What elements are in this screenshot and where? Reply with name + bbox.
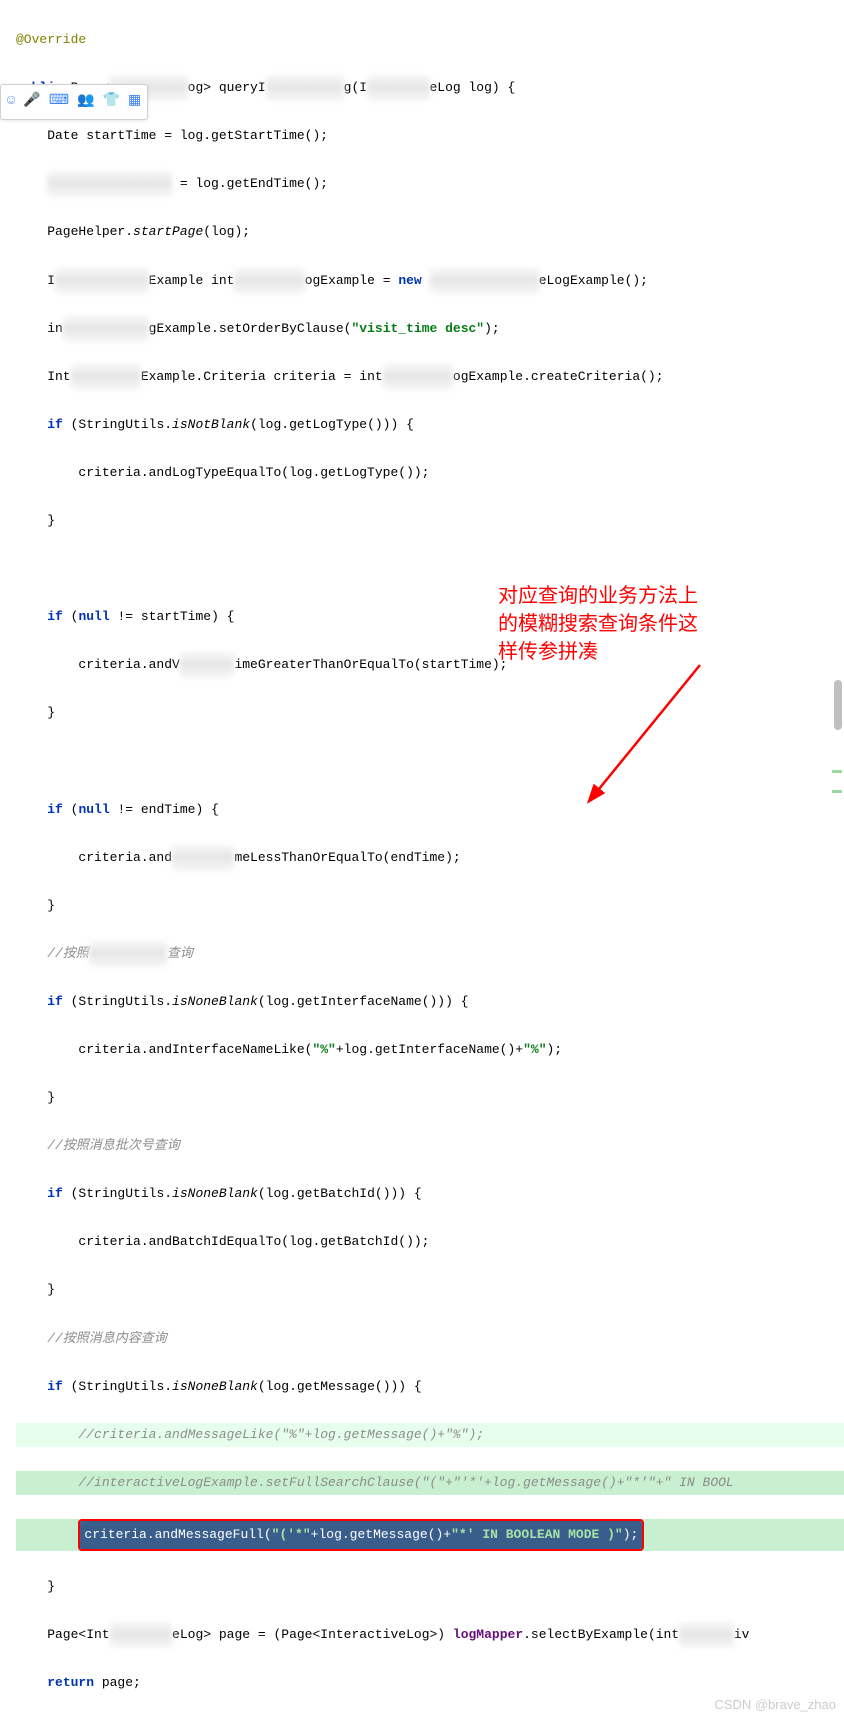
keyboard-icon[interactable]: ⌨ bbox=[49, 89, 69, 115]
gutter-marker bbox=[832, 770, 842, 773]
mic-icon[interactable]: 🎤 bbox=[23, 89, 40, 115]
callout-annotation: 对应查询的业务方法上 的模糊搜索查询条件这 样传参拼凑 bbox=[498, 582, 698, 666]
smile-icon[interactable]: ☺ bbox=[7, 89, 15, 115]
code-block: @Override public Page<xxxxxxxxxxog> quer… bbox=[0, 0, 844, 1719]
floating-toolbar[interactable]: ☺ 🎤 ⌨ 👥 👕 ▦ bbox=[0, 84, 148, 120]
grid-icon[interactable]: ▦ bbox=[128, 89, 141, 115]
highlighted-code-box: criteria.andMessageFull("('*"+log.getMes… bbox=[78, 1519, 644, 1551]
annotation-override: @Override bbox=[16, 32, 86, 47]
vertical-scrollbar[interactable] bbox=[834, 680, 842, 730]
people-icon[interactable]: 👥 bbox=[77, 89, 94, 115]
shirt-icon[interactable]: 👕 bbox=[103, 89, 120, 115]
watermark: CSDN @brave_zhao bbox=[714, 1693, 836, 1717]
gutter-marker bbox=[832, 790, 842, 793]
